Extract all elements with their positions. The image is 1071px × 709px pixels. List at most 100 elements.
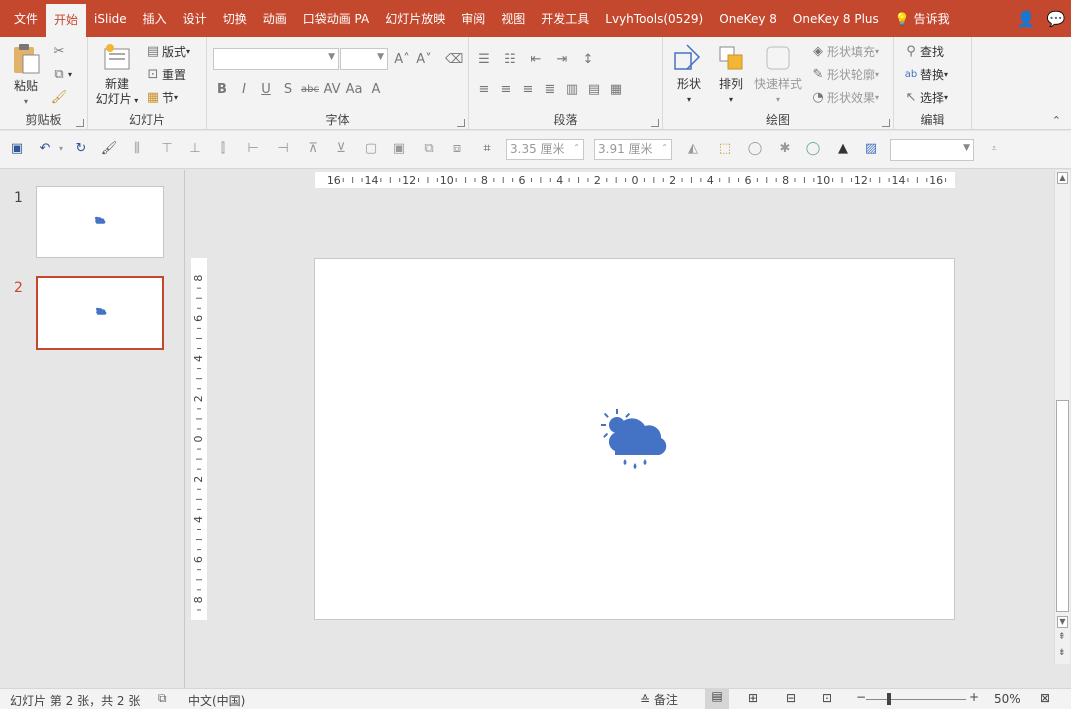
qat-dropdown[interactable]: ▼: [890, 139, 974, 161]
font-size-combo[interactable]: ▼: [340, 48, 388, 70]
format-painter-qat-icon[interactable]: 🖌: [100, 140, 118, 158]
proofing-icon[interactable]: ⧉: [158, 691, 167, 706]
align-center-icon[interactable]: ≡: [497, 82, 515, 97]
arrange-button[interactable]: 排列 ▾: [711, 43, 751, 107]
align-icon-6[interactable]: ⊣: [274, 140, 292, 158]
zoom-slider-track[interactable]: [866, 699, 966, 700]
format-painter-button[interactable]: 🖌: [50, 87, 68, 107]
align-icon-7[interactable]: ⊼: [304, 140, 322, 158]
shapes-button[interactable]: 形状 ▾: [669, 43, 709, 107]
save-icon[interactable]: ▣: [8, 140, 26, 158]
align-right-icon[interactable]: ≡: [519, 82, 537, 97]
tab-12[interactable]: LvyhTools(0529): [597, 4, 711, 34]
shape-outline-qat-icon[interactable]: ◯: [746, 140, 764, 158]
language-label[interactable]: 中文(中国): [188, 692, 245, 709]
paste-button[interactable]: 粘贴 ▾: [8, 43, 44, 109]
char-spacing-icon[interactable]: AV: [323, 82, 341, 97]
change-case-icon[interactable]: Aa: [345, 82, 363, 97]
align-icon-4[interactable]: ⫿: [214, 140, 232, 158]
find-button[interactable]: ⚲ 查找: [902, 41, 944, 61]
select-button[interactable]: ↖ 选择 ▾: [902, 87, 948, 107]
quick-styles-button[interactable]: 快速样式 ▾: [751, 43, 805, 107]
star-icon[interactable]: ✱: [776, 140, 794, 158]
layout-button[interactable]: ▤ 版式 ▾: [144, 41, 190, 61]
smartart-icon[interactable]: ▦: [607, 82, 625, 97]
mountain-image-icon[interactable]: ▲: [834, 140, 852, 158]
undo-dropdown-icon[interactable]: ▾: [52, 140, 70, 158]
shape-effects-button[interactable]: ◔ 形状效果 ▾: [809, 87, 879, 107]
fit-to-window-button[interactable]: ⊠: [1040, 691, 1050, 705]
copy-button[interactable]: ⧉ ▾: [50, 64, 72, 84]
tab-6[interactable]: 动画: [255, 4, 295, 34]
tab-13[interactable]: OneKey 8: [711, 4, 785, 34]
tab-5[interactable]: 切换: [215, 4, 255, 34]
distributed-icon[interactable]: ▥: [563, 82, 581, 97]
clear-format-button[interactable]: ⌫: [445, 49, 463, 69]
increase-indent-icon[interactable]: ⇥: [553, 52, 571, 67]
scroll-thumb[interactable]: [1056, 400, 1069, 612]
tab-2[interactable]: iSlide: [86, 4, 135, 34]
tab-9[interactable]: 审阅: [453, 4, 493, 34]
previous-slide-button[interactable]: ⇞: [1058, 632, 1066, 642]
align-left-icon[interactable]: ≡: [475, 82, 493, 97]
group-icon-1[interactable]: ▢: [362, 140, 380, 158]
clipboard-launcher[interactable]: [76, 119, 84, 127]
vertical-scrollbar[interactable]: ▲ ▼ ⇞ ⇟: [1054, 170, 1070, 664]
align-icon-1[interactable]: ⫼: [128, 140, 146, 158]
font-name-combo[interactable]: ▼: [213, 48, 339, 70]
zoom-out-button[interactable]: −: [856, 690, 866, 704]
picture-icon[interactable]: ▨: [862, 140, 880, 158]
comments-icon[interactable]: 💬: [1041, 4, 1071, 34]
paragraph-launcher[interactable]: [651, 119, 659, 127]
increase-font-button[interactable]: A˄: [393, 49, 411, 69]
reset-button[interactable]: ⊡ 重置: [144, 64, 186, 84]
customize-qat-icon[interactable]: ⩡: [985, 140, 1003, 158]
tab-1[interactable]: 开始: [46, 4, 87, 37]
underline-icon[interactable]: U: [257, 82, 275, 97]
bold-icon[interactable]: B: [213, 82, 231, 97]
normal-view-button[interactable]: ▤: [705, 689, 729, 709]
tab-0[interactable]: 文件: [6, 4, 46, 34]
shape-height-input[interactable]: 3.35 厘米 ⌃: [506, 139, 584, 160]
numbering-icon[interactable]: ☷: [501, 52, 519, 67]
tab-8[interactable]: 幻灯片放映: [377, 4, 453, 34]
bullets-icon[interactable]: ☰: [475, 52, 493, 67]
columns-icon[interactable]: ▤: [585, 82, 603, 97]
justify-icon[interactable]: ≣: [541, 82, 559, 97]
font-launcher[interactable]: [457, 119, 465, 127]
group-icon-2[interactable]: ▣: [390, 140, 408, 158]
slideshow-button[interactable]: ⊡: [822, 691, 832, 705]
scroll-down-button[interactable]: ▼: [1057, 616, 1068, 628]
italic-icon[interactable]: I: [235, 82, 253, 97]
new-slide-button[interactable]: 新建 幻灯片 ▾: [92, 43, 142, 108]
slide-thumbnail-1[interactable]: [36, 186, 164, 258]
line-spacing-icon[interactable]: ↕: [579, 52, 597, 67]
align-icon-3[interactable]: ⊥: [186, 140, 204, 158]
slide-canvas[interactable]: [314, 258, 955, 620]
shape-outline-button[interactable]: ✎ 形状轮廓 ▾: [809, 64, 879, 84]
cut-button[interactable]: ✂: [50, 41, 68, 61]
slide-thumbnail-2[interactable]: [36, 276, 164, 350]
zoom-in-button[interactable]: +: [969, 690, 979, 704]
reading-view-button[interactable]: ⊟: [786, 691, 796, 705]
shape-width-input[interactable]: 3.91 厘米 ⌃: [594, 139, 672, 160]
account-icon[interactable]: 👤: [1011, 4, 1041, 34]
shape-fill-button[interactable]: ◈ 形状填充 ▾: [809, 41, 879, 61]
tab-11[interactable]: 开发工具: [533, 4, 597, 34]
align-icon-8[interactable]: ⊻: [332, 140, 350, 158]
collapse-ribbon-icon[interactable]: ⌃: [1052, 114, 1061, 127]
tab-3[interactable]: 插入: [135, 4, 175, 34]
strikethrough-icon[interactable]: abc: [301, 84, 319, 95]
tab-4[interactable]: 设计: [175, 4, 215, 34]
tab-10[interactable]: 视图: [493, 4, 533, 34]
circle-icon[interactable]: ◯: [804, 140, 822, 158]
scroll-up-button[interactable]: ▲: [1057, 172, 1068, 184]
section-button[interactable]: ▦ 节 ▾: [144, 87, 178, 107]
selection-pane-icon[interactable]: ⬚: [716, 140, 734, 158]
next-slide-button[interactable]: ⇟: [1058, 648, 1066, 658]
align-icon-5[interactable]: ⊢: [244, 140, 262, 158]
drawing-launcher[interactable]: [882, 119, 890, 127]
slide-sorter-button[interactable]: ⊞: [748, 691, 758, 705]
align-icon-2[interactable]: ⊤: [158, 140, 176, 158]
notes-button[interactable]: ≙ 备注: [640, 691, 678, 708]
